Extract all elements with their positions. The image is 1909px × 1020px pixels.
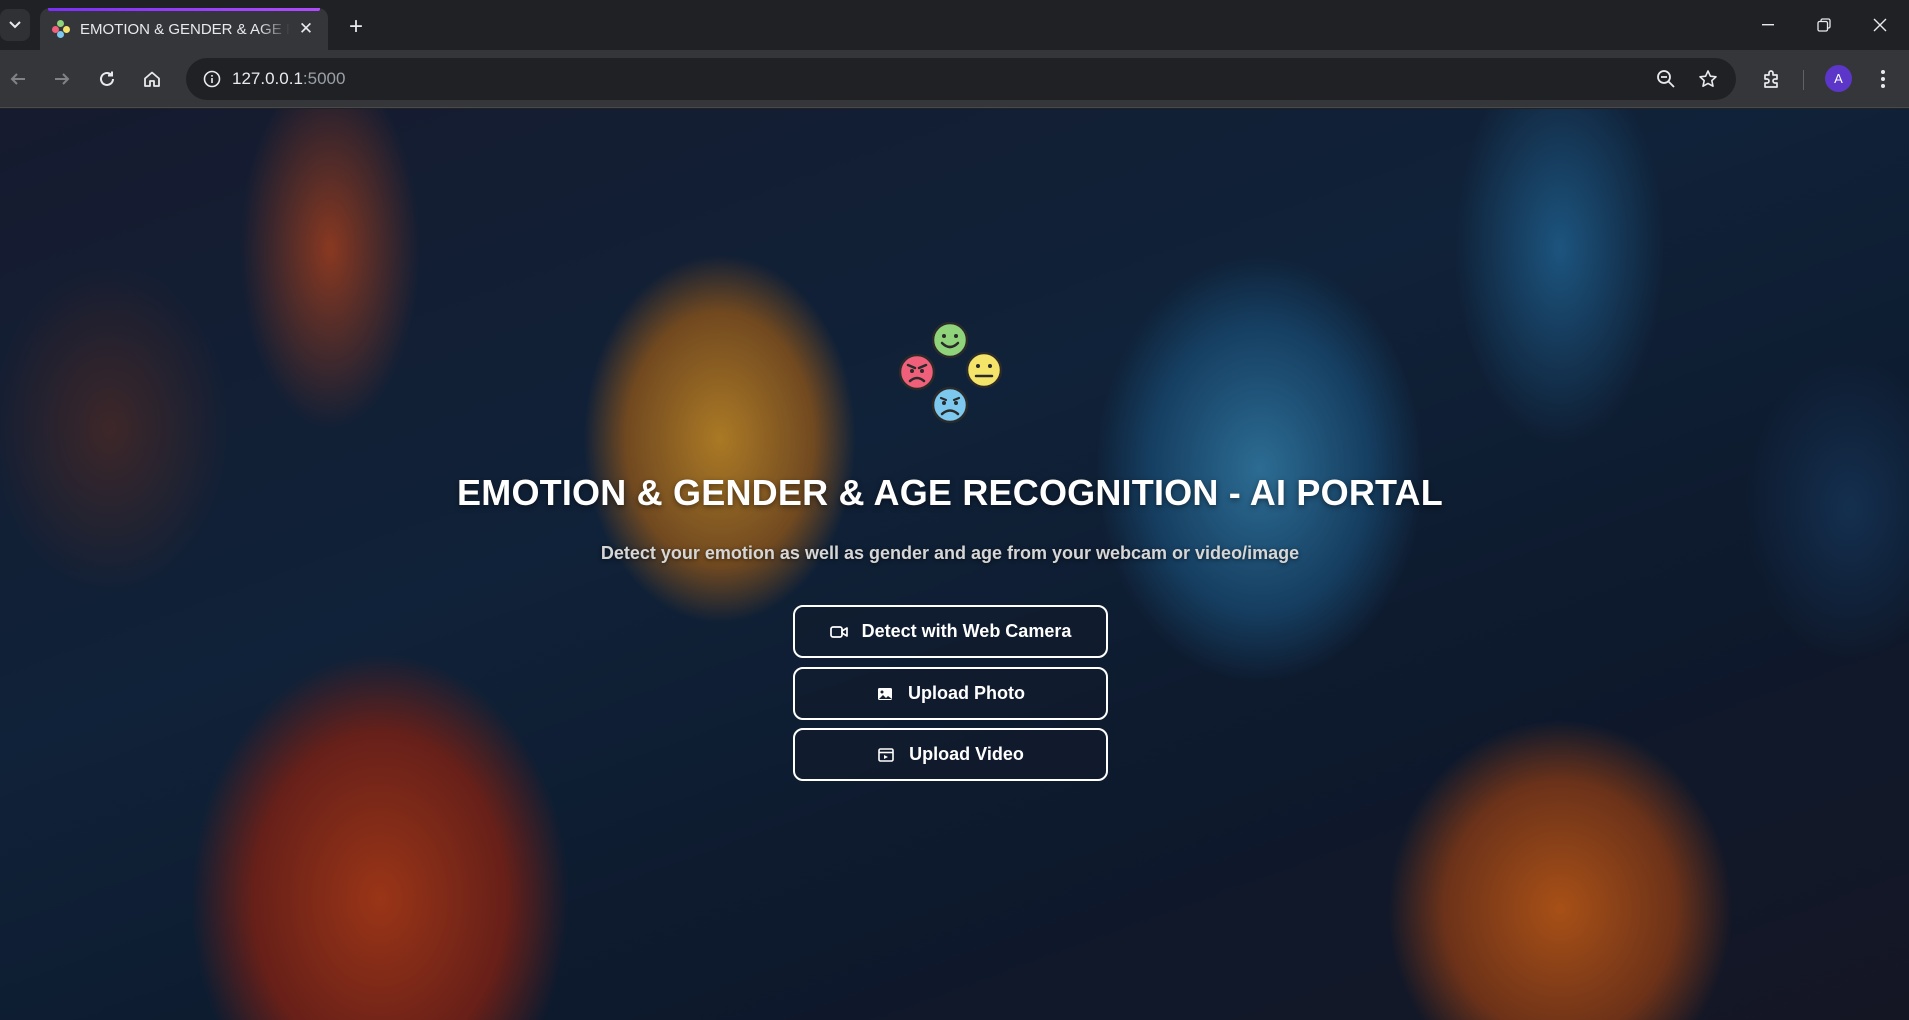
more-vert-icon (1881, 70, 1885, 88)
favicon-icon (52, 20, 70, 38)
hero-section: EMOTION & GENDER & AGE RECOGNITION - AI … (0, 109, 1909, 1020)
chevron-down-icon (9, 21, 21, 29)
puzzle-icon (1764, 70, 1778, 88)
forward-button[interactable] (44, 61, 80, 97)
address-bar[interactable]: 127.0.0.1:5000 (186, 58, 1736, 100)
info-icon (203, 70, 221, 88)
star-icon (1699, 70, 1717, 87)
close-window-button[interactable] (1852, 0, 1908, 50)
reload-button[interactable] (89, 61, 125, 97)
tab-search-button[interactable] (0, 9, 30, 41)
detect-webcam-button[interactable]: Detect with Web Camera (793, 605, 1108, 658)
happy-face-icon (931, 322, 969, 359)
video-file-icon (877, 746, 895, 764)
browser-tab[interactable]: EMOTION & GENDER & AGE RECOGNITION - AI … (40, 8, 328, 50)
image-icon (876, 685, 894, 703)
video-camera-icon (829, 623, 848, 641)
extensions-button[interactable] (1754, 61, 1790, 97)
home-icon (144, 71, 160, 87)
tab-accent (48, 8, 320, 11)
minimize-icon (1762, 24, 1774, 26)
profile-avatar[interactable]: A (1825, 65, 1852, 92)
detect-webcam-label: Detect with Web Camera (861, 621, 1072, 641)
url-host: 127.0.0.1 (232, 69, 303, 88)
arrow-right-icon (55, 73, 70, 85)
neutral-face-icon (965, 351, 1003, 389)
upload-video-button[interactable]: Upload Video (793, 728, 1108, 781)
restore-icon (1817, 18, 1831, 32)
tab-bar: EMOTION & GENDER & AGE RECOGNITION - AI … (0, 0, 1909, 50)
new-tab-button[interactable]: + (342, 13, 370, 41)
toolbar-divider (1803, 70, 1804, 90)
page-background: EMOTION & GENDER & AGE RECOGNITION - AI … (0, 109, 1909, 1020)
upload-photo-label: Upload Photo (908, 683, 1025, 703)
browser-toolbar: 127.0.0.1:5000 A (0, 50, 1909, 108)
page-subtitle: Detect your emotion as well as gender an… (600, 543, 1300, 563)
close-icon (1873, 18, 1887, 32)
site-info-button[interactable] (194, 61, 230, 97)
sad-face-icon (931, 386, 969, 424)
emotion-faces-logo-icon (898, 322, 1003, 424)
angry-face-icon (898, 353, 936, 391)
menu-button[interactable] (1865, 61, 1901, 97)
page-title: EMOTION & GENDER & AGE RECOGNITION - AI … (457, 472, 1443, 513)
upload-photo-button[interactable]: Upload Photo (793, 667, 1108, 720)
minimize-button[interactable] (1740, 0, 1796, 50)
upload-video-label: Upload Video (909, 744, 1024, 764)
arrow-left-icon (10, 73, 25, 85)
reload-icon (100, 71, 114, 86)
tab-title: EMOTION & GENDER & AGE RECOGNITION - AI … (80, 20, 290, 38)
back-button[interactable] (0, 61, 36, 97)
tab-close-icon[interactable]: ✕ (296, 19, 316, 39)
restore-button[interactable] (1796, 0, 1852, 50)
zoom-button[interactable] (1648, 61, 1684, 97)
url-port: :5000 (302, 69, 346, 88)
url-text[interactable]: 127.0.0.1:5000 (232, 69, 345, 89)
home-button[interactable] (134, 61, 170, 97)
bookmark-button[interactable] (1690, 61, 1726, 97)
zoom-out-icon (1657, 70, 1675, 88)
